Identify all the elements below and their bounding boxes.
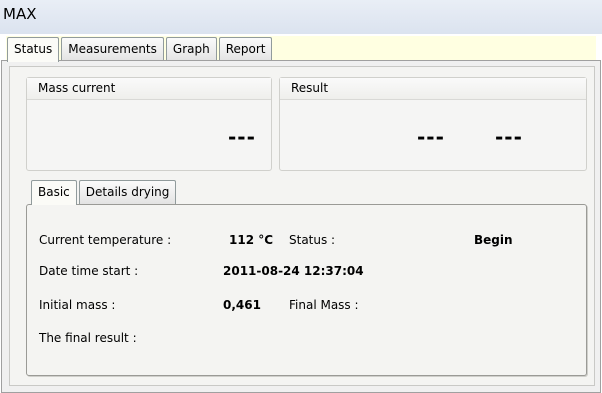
final-mass-label: Final Mass : [289,298,359,312]
detail-tabs: Basic Details drying [31,180,178,205]
final-result-label: The final result : [39,331,137,345]
basic-panel: Current temperature : 112 °C Status : Be… [26,204,587,376]
result-value-2: --- [495,125,523,149]
mass-current-label: Mass current [27,78,271,100]
mass-current-group: Mass current --- [26,77,272,171]
tab-details-drying[interactable]: Details drying [78,180,177,204]
current-temperature-value: 112 °C [229,233,274,247]
tab-report[interactable]: Report [218,37,273,61]
status-value: Begin [474,233,513,247]
date-time-start-label: Date time start : [39,264,139,278]
tab-basic[interactable]: Basic [31,180,77,205]
tab-graph[interactable]: Graph [165,37,217,61]
initial-mass-value: 0,461 [223,298,261,312]
tab-status[interactable]: Status [7,37,60,62]
tab-measurements[interactable]: Measurements [61,37,164,61]
status-label: Status : [289,233,336,247]
window-title: MAX [3,5,37,23]
initial-mass-label: Initial mass : [39,298,116,312]
result-label: Result [280,78,586,100]
date-time-start-value: 2011-08-24 12:37:04 [223,264,364,278]
result-group: Result --- --- [279,77,587,171]
main-tabs: Status Measurements Graph Report [7,37,274,62]
title-bar: MAX [0,0,602,34]
result-value-1: --- [417,125,445,149]
mass-current-value: --- [228,125,256,149]
current-temperature-label: Current temperature : [39,233,172,247]
